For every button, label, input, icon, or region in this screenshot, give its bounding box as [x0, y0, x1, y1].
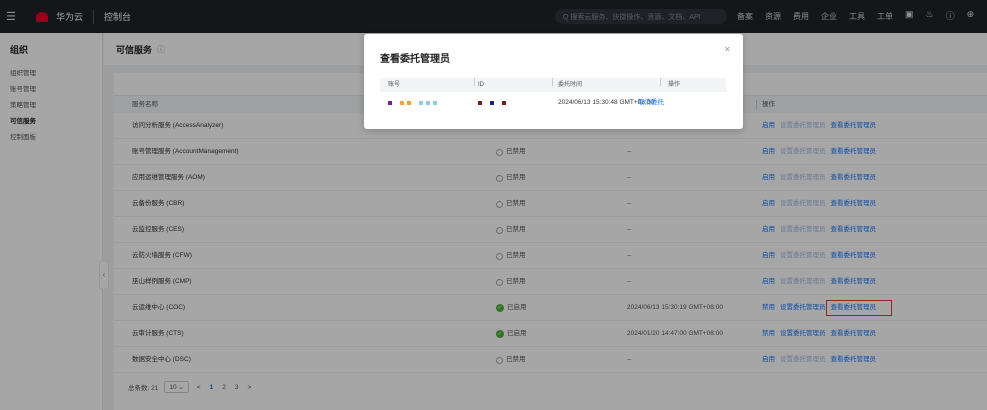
- id-masked: [478, 94, 514, 112]
- masked-block: [419, 101, 423, 105]
- column-divider: [474, 78, 475, 86]
- masked-block: [478, 101, 482, 105]
- cancel-delegation-link[interactable]: 取消委托: [638, 94, 664, 112]
- dialog-table-row: 2024/06/13 15:30:48 GMT+08:00 取消委托: [380, 94, 726, 112]
- masked-block: [502, 101, 506, 105]
- close-icon[interactable]: ✕: [724, 45, 731, 54]
- header-account: 账号: [388, 82, 401, 88]
- header-id: ID: [478, 82, 484, 88]
- masked-block: [400, 101, 404, 105]
- masked-block: [426, 101, 430, 105]
- account-masked: [388, 94, 440, 112]
- masked-block: [407, 101, 411, 105]
- dialog-table-header: 账号 ID 委托时间 操作: [380, 78, 726, 92]
- masked-block: [388, 101, 392, 105]
- dialog-title: 查看委托管理员: [380, 54, 450, 65]
- masked-block: [490, 101, 494, 105]
- column-divider: [660, 78, 661, 86]
- view-delegated-admin-dialog: 查看委托管理员 ✕ 账号 ID 委托时间 操作 2024/06/13 15:30…: [364, 34, 743, 129]
- header-operation: 操作: [668, 82, 681, 88]
- column-divider: [552, 78, 553, 86]
- header-delegation-time: 委托时间: [558, 82, 583, 88]
- masked-block: [433, 101, 437, 105]
